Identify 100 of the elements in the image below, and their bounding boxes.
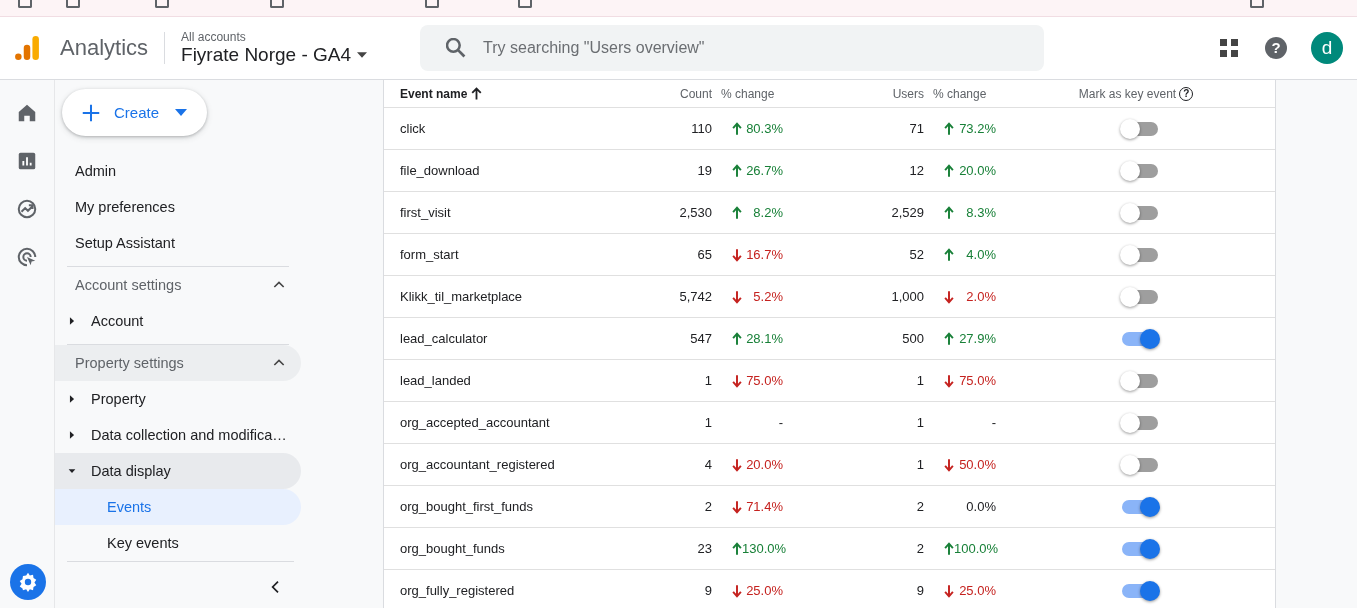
- percent-change: 75.0%: [746, 373, 783, 388]
- bar-chart-icon[interactable]: [16, 150, 38, 172]
- count-value: 2,530: [679, 205, 712, 220]
- percent-change: 2.0%: [966, 289, 996, 304]
- toggle-switch[interactable]: [1122, 415, 1158, 430]
- users-value: 2,529: [891, 205, 924, 220]
- home-icon[interactable]: [16, 102, 38, 124]
- count-value: 4: [704, 457, 712, 472]
- bookmark-icon[interactable]: [425, 0, 439, 8]
- nav-link[interactable]: My preferences: [55, 189, 175, 225]
- percent-change: 8.3%: [966, 205, 996, 220]
- section-header[interactable]: Account settings: [55, 267, 301, 303]
- nav-item[interactable]: Data collection and modifica…: [55, 417, 301, 453]
- users-value: 12: [909, 163, 924, 178]
- event-name: org_bought_funds: [400, 541, 505, 556]
- count-value: 65: [697, 247, 712, 262]
- event-name: org_fully_registered: [400, 583, 515, 598]
- nav-item[interactable]: Data display: [55, 453, 301, 489]
- toggle-switch[interactable]: [1122, 373, 1158, 388]
- toggle-switch[interactable]: [1122, 205, 1158, 220]
- product-name: Analytics: [60, 35, 149, 61]
- account-avatar[interactable]: d: [1311, 32, 1343, 64]
- toggle-switch[interactable]: [1122, 583, 1158, 598]
- percent-change: -: [991, 415, 996, 430]
- percent-change: 25.0%: [746, 583, 783, 598]
- caret-right-icon: [67, 316, 77, 326]
- users-value: 71: [909, 121, 924, 136]
- account-path[interactable]: All accounts: [181, 30, 404, 44]
- count-value: 547: [690, 331, 712, 346]
- bookmark-icon[interactable]: [66, 0, 80, 8]
- nav-link[interactable]: Admin: [55, 153, 117, 189]
- toggle-switch[interactable]: [1122, 289, 1158, 304]
- bookmark-icon[interactable]: [270, 0, 284, 8]
- event-name: org_accepted_accountant: [400, 415, 550, 430]
- caret-down-icon: [67, 466, 77, 476]
- toggle-switch[interactable]: [1122, 541, 1158, 556]
- users-value: 500: [902, 331, 924, 346]
- toggle-switch[interactable]: [1122, 247, 1158, 262]
- column-header[interactable]: % change: [721, 86, 775, 101]
- count-value: 19: [697, 163, 712, 178]
- users-value: 1: [916, 373, 924, 388]
- percent-change: 130.0%: [742, 541, 787, 556]
- bookmark-icon[interactable]: [155, 0, 169, 8]
- help-button[interactable]: ?: [1265, 37, 1287, 59]
- dropdown-caret-icon: [357, 52, 368, 58]
- event-name: org_bought_first_funds: [400, 499, 533, 514]
- percent-change: 25.0%: [959, 583, 996, 598]
- nav-item[interactable]: Key events: [55, 525, 301, 561]
- apps-grid-icon[interactable]: [1217, 36, 1241, 60]
- percent-change: 50.0%: [959, 457, 996, 472]
- nav-item[interactable]: Property: [55, 381, 301, 417]
- count-value: 1: [704, 415, 712, 430]
- event-name: click: [400, 121, 426, 136]
- nav-link[interactable]: Setup Assistant: [55, 225, 175, 261]
- nav-item[interactable]: Events: [55, 489, 301, 525]
- percent-change: 5.2%: [753, 289, 783, 304]
- percent-change: 16.7%: [746, 247, 783, 262]
- search-icon: [446, 38, 467, 58]
- percent-change: 20.0%: [746, 457, 783, 472]
- toggle-switch[interactable]: [1122, 163, 1158, 178]
- column-header[interactable]: Event name: [400, 86, 468, 101]
- settings-button[interactable]: [9, 564, 46, 600]
- percent-change: 4.0%: [966, 247, 996, 262]
- percent-change: 75.0%: [959, 373, 996, 388]
- caret-right-icon: [67, 430, 77, 440]
- sort-arrow-icon[interactable]: [471, 87, 483, 100]
- toggle-switch[interactable]: [1122, 457, 1158, 472]
- percent-change: 100.0%: [954, 541, 999, 556]
- target-cursor-icon[interactable]: [16, 246, 38, 268]
- bookmark-icon[interactable]: [18, 0, 32, 8]
- percent-change: 20.0%: [959, 163, 996, 178]
- toggle-switch[interactable]: [1122, 499, 1158, 514]
- bookmark-icon[interactable]: [1250, 0, 1264, 8]
- count-value: 1: [704, 373, 712, 388]
- percent-change: 0.0%: [966, 499, 996, 514]
- count-value: 5,742: [679, 289, 712, 304]
- percent-change: 8.2%: [753, 205, 783, 220]
- toggle-switch[interactable]: [1122, 331, 1158, 346]
- section-header[interactable]: Property settings: [55, 345, 301, 381]
- percent-change: -: [778, 415, 783, 430]
- column-header[interactable]: % change: [933, 86, 987, 101]
- percent-change: 28.1%: [746, 331, 783, 346]
- users-value: 2: [916, 541, 924, 556]
- property-selector[interactable]: Fiyrate Norge - GA4: [181, 44, 404, 66]
- caret-right-icon: [67, 394, 77, 404]
- count-value: 23: [697, 541, 712, 556]
- column-header[interactable]: Users: [892, 86, 924, 101]
- count-value: 110: [691, 121, 712, 136]
- trend-chart-icon[interactable]: [16, 198, 38, 220]
- search-field[interactable]: Try searching "Users overview": [420, 25, 1045, 71]
- users-value: 2: [916, 499, 924, 514]
- nav-item[interactable]: Account: [55, 303, 301, 339]
- bookmark-icon[interactable]: [518, 0, 532, 8]
- event-name: lead_calculator: [400, 331, 488, 346]
- dropdown-caret-icon: [175, 109, 188, 116]
- toggle-switch[interactable]: [1122, 121, 1158, 136]
- column-header[interactable]: Count: [679, 86, 712, 101]
- column-header[interactable]: Mark as key event: [1078, 86, 1177, 101]
- create-button[interactable]: Create: [62, 89, 207, 136]
- users-value: 52: [909, 247, 924, 262]
